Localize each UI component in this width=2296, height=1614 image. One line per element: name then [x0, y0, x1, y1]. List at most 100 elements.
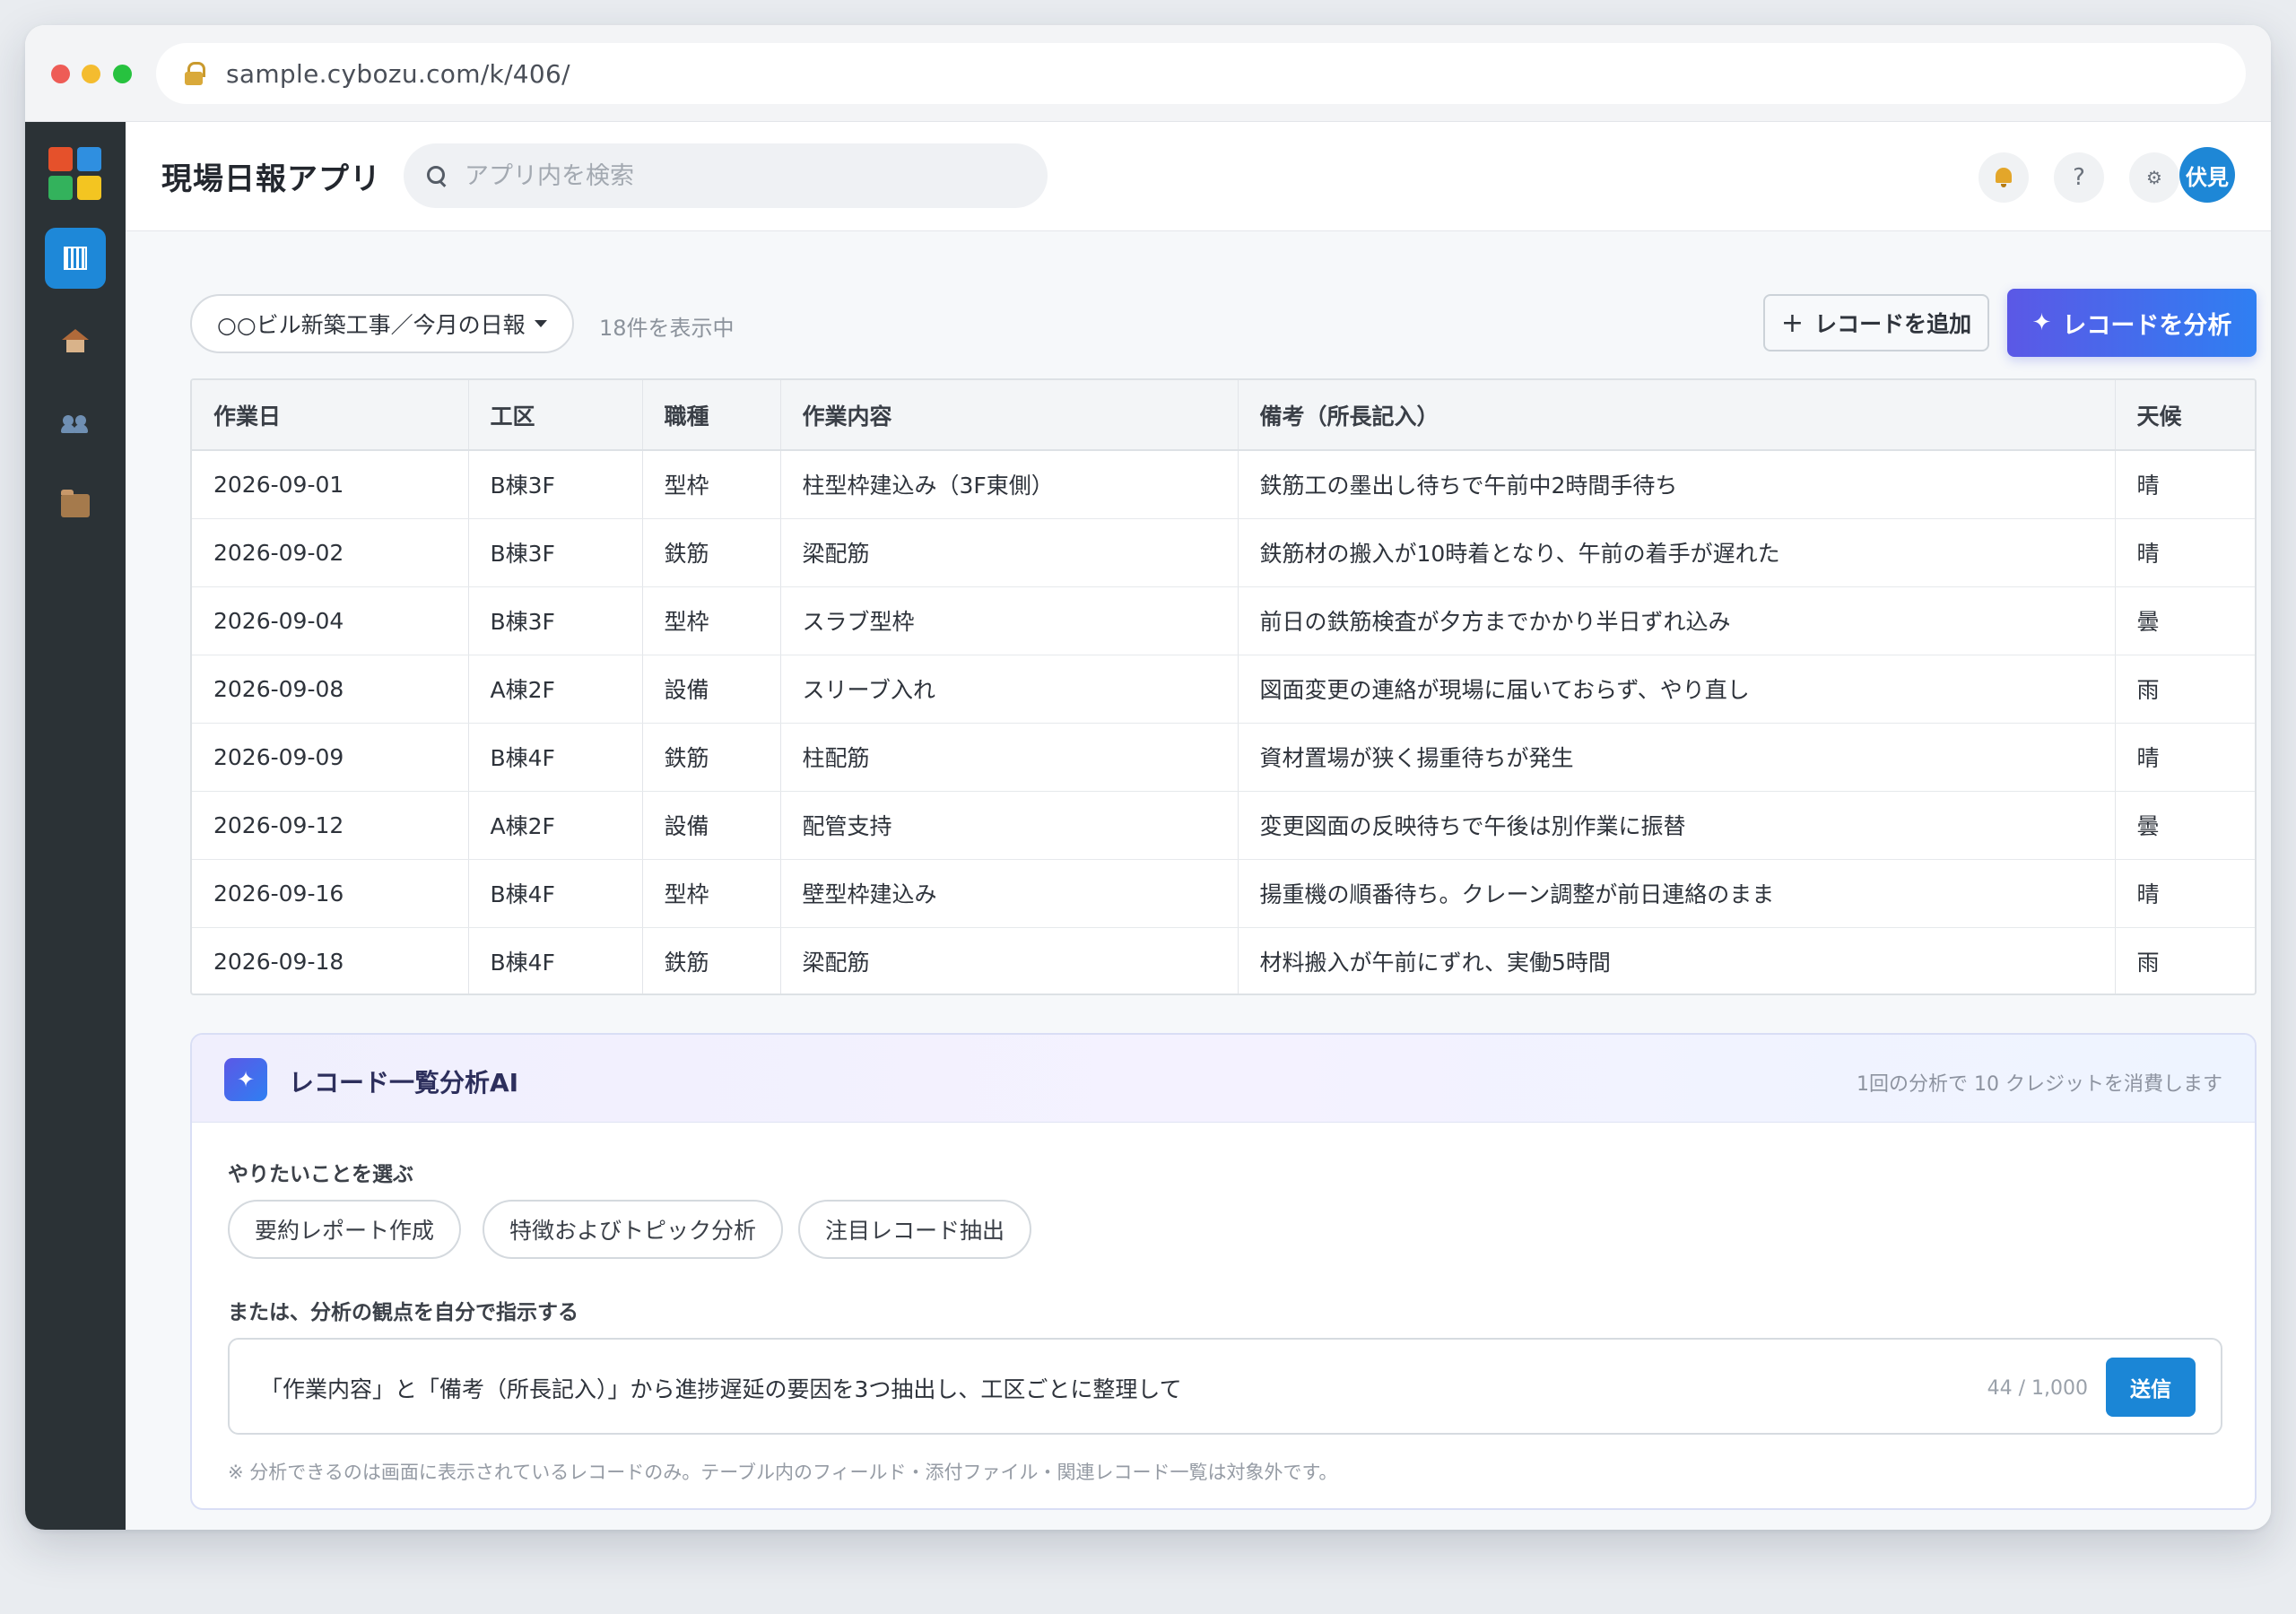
cell-date: 2026-09-01	[192, 450, 469, 519]
sparkle-badge-icon: ✦	[224, 1058, 267, 1101]
cell-work: スリーブ入れ	[780, 655, 1239, 724]
cell-section: B棟3F	[468, 518, 643, 587]
kintone-logo-icon[interactable]	[48, 147, 102, 201]
cell-date: 2026-09-12	[192, 791, 469, 860]
cell-weather: 晴	[2115, 859, 2255, 928]
table-row[interactable]: 2026-09-08 A棟2F 設備 スリーブ入れ 図面変更の連絡が現場に届いて…	[192, 655, 2255, 724]
cell-date: 2026-09-02	[192, 518, 469, 587]
settings-button[interactable]: ⚙	[2129, 152, 2179, 203]
cell-remarks: 鉄筋材の搬入が10時着となり、午前の着手が遅れた	[1238, 518, 2116, 587]
chip-summary-report[interactable]: 要約レポート作成	[228, 1200, 462, 1259]
search-box[interactable]	[404, 143, 1048, 208]
chevron-down-icon	[534, 320, 547, 327]
notification-button[interactable]	[1979, 152, 2029, 203]
credit-note: 1回の分析で 10 クレジットを消費します	[1857, 1073, 2222, 1096]
prompt-text[interactable]: 「作業内容」と「備考（所長記入）」から進捗遅延の要因を3つ抽出し、工区ごとに整理…	[260, 1372, 1182, 1404]
cell-weather: 晴	[2115, 450, 2255, 519]
box-icon	[61, 490, 90, 517]
cell-work: 梁配筋	[780, 518, 1239, 587]
cell-trade: 鉄筋	[642, 927, 781, 994]
cell-trade: 鉄筋	[642, 723, 781, 792]
ai-panel-title: レコード一覧分析AI	[289, 1068, 519, 1098]
cell-section: B棟3F	[468, 450, 643, 519]
column-header-trade[interactable]: 職種	[642, 380, 781, 451]
column-header-remarks[interactable]: 備考（所長記入）	[1238, 380, 2116, 451]
table-row[interactable]: 2026-09-16 B棟4F 型枠 壁型枠建込み 揚重機の順番待ち。クレーン調…	[192, 859, 2255, 928]
analyze-records-button[interactable]: ✦ レコードを分析	[2007, 289, 2257, 357]
cell-work: 壁型枠建込み	[780, 859, 1239, 928]
column-header-date[interactable]: 作業日	[192, 380, 469, 451]
sidebar-item-people[interactable]	[45, 393, 106, 454]
main-area: 現場日報アプリ ? ⚙ 伏見 ○○ビル新築工事／今月の日報 18件を表示中 + …	[126, 122, 2271, 1530]
choose-action-label: やりたいことを選ぶ	[228, 1163, 413, 1186]
cell-weather: 晴	[2115, 518, 2255, 587]
house-icon	[62, 329, 89, 352]
cell-trade: 設備	[642, 791, 781, 860]
close-window-icon[interactable]	[51, 65, 70, 83]
cell-date: 2026-09-18	[192, 927, 469, 994]
cell-weather: 晴	[2115, 723, 2255, 792]
add-record-button[interactable]: + レコードを追加	[1763, 294, 1989, 351]
table-row[interactable]: 2026-09-02 B棟3F 鉄筋 梁配筋 鉄筋材の搬入が10時着となり、午前…	[192, 518, 2255, 587]
sidebar-item-apps[interactable]	[45, 475, 106, 536]
app-header: 現場日報アプリ ? ⚙ 伏見	[126, 122, 2271, 231]
chip-topic-analysis[interactable]: 特徴およびトピック分析	[483, 1200, 784, 1259]
url-text: sample.cybozu.com/k/406/	[226, 58, 570, 89]
cell-date: 2026-09-09	[192, 723, 469, 792]
question-icon: ?	[2073, 164, 2085, 191]
column-header-work[interactable]: 作業内容	[780, 380, 1239, 451]
browser-window: sample.cybozu.com/k/406/ 現場日報アプリ アプリ内を検索…	[25, 25, 2271, 1530]
cell-section: A棟2F	[468, 655, 643, 724]
column-header-weather[interactable]: 天候	[2115, 380, 2255, 451]
chip-notable-records[interactable]: 注目レコード抽出	[798, 1200, 1032, 1259]
send-button[interactable]: 送信	[2106, 1358, 2196, 1417]
cell-remarks: 前日の鉄筋検査が夕方までかかり半日ずれ込み	[1238, 586, 2116, 655]
cell-work: 柱型枠建込み（3F東側）	[780, 450, 1239, 519]
sparkle-icon: ✦	[2031, 309, 2052, 336]
analysis-footnote: ※ 分析できるのは画面に表示されているレコードのみ。テーブル内のフィールド・添付…	[228, 1462, 1338, 1483]
records-table: 作業日 工区 職種 作業内容 備考（所長記入） 天候 2026-09-01 B棟…	[190, 378, 2257, 995]
cell-work: 梁配筋	[780, 927, 1239, 994]
table-row[interactable]: 2026-09-09 B棟4F 鉄筋 柱配筋 資材置場が狭く揚重待ちが発生 晴	[192, 723, 2255, 792]
cell-section: B棟4F	[468, 859, 643, 928]
gear-icon: ⚙	[2146, 167, 2162, 188]
cell-remarks: 変更図面の反映待ちで午後は別作業に振替	[1238, 791, 2116, 860]
bell-icon	[1994, 168, 2013, 187]
table-row[interactable]: 2026-09-12 A棟2F 設備 配管支持 変更図面の反映待ちで午後は別作業…	[192, 791, 2255, 860]
cell-date: 2026-09-08	[192, 655, 469, 724]
lock-icon	[185, 62, 205, 85]
sidebar-item-app[interactable]	[45, 228, 106, 289]
cell-section: B棟4F	[468, 927, 643, 994]
table-row[interactable]: 2026-09-18 B棟4F 鉄筋 梁配筋 材料搬入が午前にずれ、実働5時間 …	[192, 927, 2255, 994]
help-button[interactable]: ?	[2054, 152, 2104, 203]
cell-remarks: 資材置場が狭く揚重待ちが発生	[1238, 723, 2116, 792]
cell-work: 柱配筋	[780, 723, 1239, 792]
sidebar	[25, 122, 126, 1530]
cell-remarks: 鉄筋工の墨出し待ちで午前中2時間手待ち	[1238, 450, 2116, 519]
table-row[interactable]: 2026-09-01 B棟3F 型枠 柱型枠建込み（3F東側） 鉄筋工の墨出し待…	[192, 450, 2255, 519]
table-row[interactable]: 2026-09-04 B棟3F 型枠 スラブ型枠 前日の鉄筋検査が夕方までかかり…	[192, 586, 2255, 655]
char-count: 44 / 1,000	[1987, 1377, 2088, 1400]
cell-section: B棟4F	[468, 723, 643, 792]
minimize-window-icon[interactable]	[82, 65, 100, 83]
address-bar[interactable]: sample.cybozu.com/k/406/	[156, 43, 2246, 104]
column-header-section[interactable]: 工区	[468, 380, 643, 451]
prompt-input[interactable]: 「作業内容」と「備考（所長記入）」から進捗遅延の要因を3つ抽出し、工区ごとに整理…	[228, 1338, 2222, 1435]
record-count: 18件を表示中	[599, 316, 735, 341]
analyze-records-label: レコードを分析	[2062, 311, 2232, 340]
cell-weather: 雨	[2115, 655, 2255, 724]
cell-weather: 雨	[2115, 927, 2255, 994]
search-input[interactable]	[465, 161, 1021, 190]
user-avatar[interactable]: 伏見	[2179, 147, 2235, 203]
cell-section: B棟3F	[468, 586, 643, 655]
ai-analysis-panel: ✦ レコード一覧分析AI 1回の分析で 10 クレジットを消費します やりたいこ…	[190, 1033, 2257, 1510]
sidebar-item-space[interactable]	[45, 310, 106, 371]
grid-icon	[64, 247, 87, 270]
browser-chrome: sample.cybozu.com/k/406/	[25, 25, 2271, 122]
maximize-window-icon[interactable]	[113, 65, 132, 83]
cell-trade: 鉄筋	[642, 518, 781, 587]
view-selector[interactable]: ○○ビル新築工事／今月の日報	[190, 294, 574, 353]
cell-trade: 型枠	[642, 450, 781, 519]
app-title: 現場日報アプリ	[161, 161, 381, 197]
people-icon	[61, 413, 90, 433]
